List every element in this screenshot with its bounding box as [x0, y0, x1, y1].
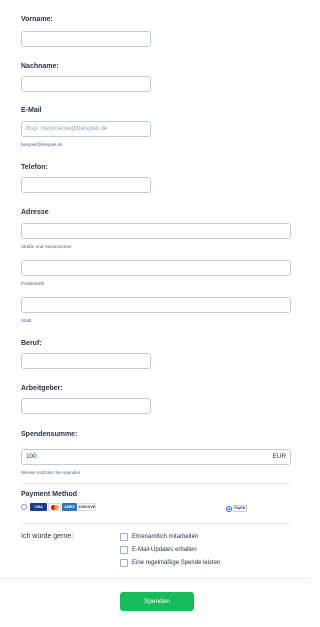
volunteer-label: Ehrenamtlich mitarbeiten [132, 534, 199, 540]
first-name-label: Vorname: [21, 16, 53, 23]
visa-card-icon: VISA [30, 503, 47, 511]
zip-sublabel: Postleitzahl [21, 281, 45, 286]
paypal-icon: PayPal [233, 505, 247, 512]
email-updates-checkbox[interactable] [120, 546, 128, 554]
interests-label: Ich würde gerne: [21, 533, 74, 540]
city-input[interactable] [21, 297, 291, 313]
donation-amount-sublabel: Wieviel möchten Sie spenden [21, 470, 81, 475]
employer-input[interactable] [21, 398, 151, 414]
last-name-input[interactable] [21, 76, 151, 92]
street-sublabel: Straße und Hausnummer [21, 244, 72, 249]
address-label: Adresse [21, 209, 49, 216]
recurring-donation-label: Eine regelmäßige Spende leisten [132, 560, 221, 566]
submit-button[interactable]: Spenden [120, 592, 194, 611]
volunteer-checkbox[interactable] [120, 533, 128, 541]
amex-card-icon: AMEX [62, 503, 77, 511]
donation-amount-input[interactable]: 100 EUR [21, 449, 291, 465]
currency-label: EUR [272, 453, 287, 460]
first-name-input[interactable] [21, 31, 151, 47]
interests-divider [21, 523, 291, 524]
job-label: Beruf: [21, 340, 42, 347]
email-updates-label: E-Mail-Updates erhalten [132, 547, 197, 553]
phone-input[interactable] [21, 177, 151, 193]
email-placeholder: Bsp. meinname@beispiel.de [26, 125, 108, 132]
job-input[interactable] [21, 353, 151, 369]
email-input[interactable]: Bsp. meinname@beispiel.de [21, 121, 151, 137]
paypal-radio[interactable] [226, 506, 232, 512]
last-name-label: Nachname: [21, 63, 59, 70]
phone-label: Telefon: [21, 164, 48, 171]
donation-amount-label: Spendensumme: [21, 431, 78, 438]
city-sublabel: Stadt [21, 318, 32, 323]
payment-method-label: Payment Method [21, 491, 78, 498]
recurring-donation-checkbox[interactable] [120, 559, 128, 567]
card-radio[interactable] [21, 504, 27, 510]
payment-divider [21, 483, 291, 484]
employer-label: Arbeitgeber: [21, 385, 63, 392]
donation-amount-value: 100 [26, 453, 37, 460]
mastercard-icon [48, 503, 61, 511]
discover-card-icon: DISCOVER [78, 503, 96, 511]
footer-divider [0, 578, 310, 579]
street-input[interactable] [21, 223, 291, 239]
email-sublabel: beispiel@beispiel.de [21, 142, 63, 147]
zip-input[interactable] [21, 260, 291, 276]
email-label: E-Mail [21, 107, 42, 114]
